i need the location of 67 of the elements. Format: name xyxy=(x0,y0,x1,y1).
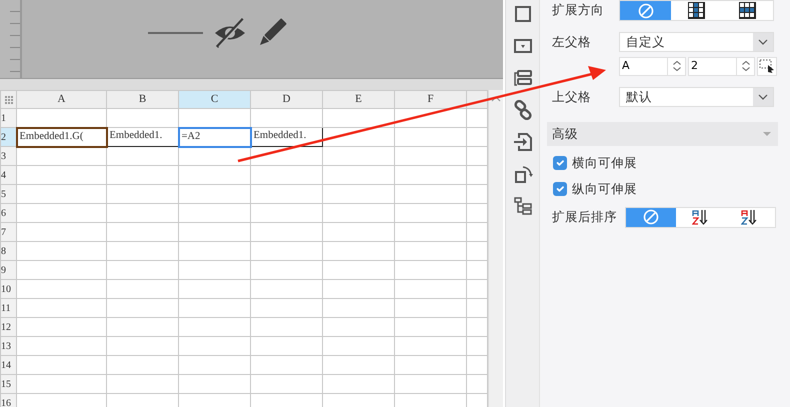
tree-icon[interactable] xyxy=(512,196,532,216)
chevron-up-icon[interactable] xyxy=(672,61,680,65)
no-entry-icon xyxy=(642,209,659,225)
segmented-control[interactable] xyxy=(619,0,774,21)
pencil-icon xyxy=(257,18,287,48)
chevron-down-icon[interactable] xyxy=(742,67,750,71)
section-title: 高级 xyxy=(552,124,578,143)
column-header[interactable]: B xyxy=(106,90,178,108)
table-cell[interactable]: Embedded1.G( xyxy=(16,128,106,146)
caret-up-icon xyxy=(491,96,501,102)
field-label: 上父格 xyxy=(551,88,592,106)
sort-ascending-icon xyxy=(692,209,710,225)
no-entry-icon xyxy=(638,2,654,18)
row-header[interactable]: 3 xyxy=(0,146,16,166)
field-label: 扩展方向 xyxy=(551,1,605,20)
column-header[interactable]: A xyxy=(16,90,106,108)
column-header[interactable]: E xyxy=(322,90,394,108)
list-icon[interactable] xyxy=(512,68,532,88)
row-grid-icon xyxy=(739,2,756,19)
field-label: 扩展后排序 xyxy=(551,208,618,226)
chevron-up-icon[interactable] xyxy=(742,61,750,65)
grip-icon xyxy=(4,96,12,104)
checkbox-label: 横向可伸展 xyxy=(572,154,637,172)
import-icon[interactable] xyxy=(512,132,532,152)
row-header[interactable]: 12 xyxy=(0,318,16,336)
row-header[interactable]: 13 xyxy=(0,336,16,356)
row-header[interactable]: 2 xyxy=(0,128,16,146)
dropdown-field[interactable]: 自定义 xyxy=(619,32,774,52)
dropdown-field[interactable]: 默认 xyxy=(619,87,774,107)
chevron-down-icon[interactable] xyxy=(672,67,680,71)
vertical-scrollbar[interactable] xyxy=(488,90,503,407)
dropdown-box-icon[interactable] xyxy=(512,36,532,56)
row-header[interactable]: 11 xyxy=(0,298,16,318)
chevron-down-icon xyxy=(758,94,768,100)
column-header[interactable]: C xyxy=(178,90,250,108)
line-mark xyxy=(148,31,203,35)
row-header[interactable]: 4 xyxy=(0,166,16,184)
table-cell[interactable]: =A2 xyxy=(178,128,250,146)
row-header[interactable]: 9 xyxy=(0,260,16,280)
rotate-icon[interactable] xyxy=(512,164,532,184)
chevron-down-icon xyxy=(758,39,768,45)
square-icon[interactable] xyxy=(512,4,532,24)
table-cell[interactable]: Embedded1. xyxy=(250,128,322,146)
row-header[interactable]: 6 xyxy=(0,204,16,222)
checkbox-label: 纵向可伸展 xyxy=(572,180,637,198)
column-header[interactable]: D xyxy=(250,90,322,108)
spin-field[interactable]: 2 xyxy=(688,56,755,76)
table-cell[interactable]: Embedded1. xyxy=(106,128,178,146)
row-header[interactable]: 10 xyxy=(0,280,16,298)
spin-field[interactable]: A xyxy=(619,56,686,76)
field-label: 左父格 xyxy=(551,32,592,51)
column-header[interactable]: F xyxy=(394,90,466,108)
checkbox[interactable] xyxy=(553,182,567,196)
column-grid-icon xyxy=(688,2,705,19)
link-icon[interactable] xyxy=(512,100,532,120)
checkbox[interactable] xyxy=(553,156,567,170)
row-header[interactable]: 5 xyxy=(0,184,16,204)
hidden-eye-icon xyxy=(213,18,247,48)
row-header[interactable]: 1 xyxy=(0,108,16,128)
sort-descending-icon xyxy=(741,209,760,225)
row-header[interactable]: 15 xyxy=(0,374,16,394)
row-header[interactable]: 14 xyxy=(0,356,16,374)
row-header[interactable]: 8 xyxy=(0,242,16,260)
segmented-control[interactable] xyxy=(625,206,776,228)
row-header[interactable]: 16 xyxy=(0,394,16,407)
row-header[interactable]: 7 xyxy=(0,222,16,242)
section-header[interactable]: 高级 xyxy=(547,122,778,146)
